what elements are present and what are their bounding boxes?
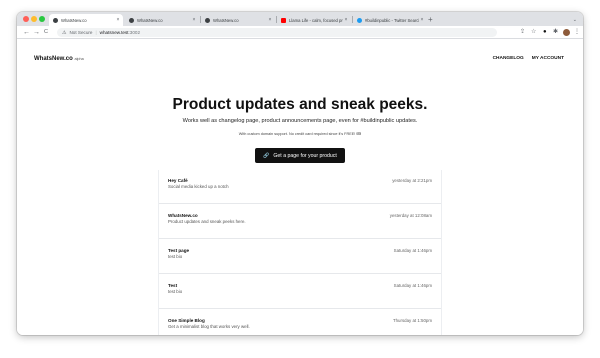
screen: WhatsNew.co × WhatsNew.co × WhatsNew.co … [0,0,600,358]
browser-window: WhatsNew.co × WhatsNew.co × WhatsNew.co … [17,12,583,335]
reload-button[interactable]: C [44,27,48,38]
globe-icon [205,17,210,23]
list-item[interactable]: Hey Café Social media kicked up a notch … [159,170,441,204]
cta-label: Get a page for your product [273,152,337,159]
tab-title: WhatsNew.co [137,17,163,23]
post-timestamp: Saturday at 1:46pm [393,283,432,288]
tab-strip: WhatsNew.co × WhatsNew.co × WhatsNew.co … [17,12,583,26]
extension-icon[interactable]: ● [543,28,547,37]
post-title[interactable]: Test page [168,248,189,253]
hero-note: With custom domain support. No credit ca… [238,132,362,136]
post-timestamp: yesterday at 2:21pm [392,178,432,183]
browser-toolbar: ← → C ⚠ Not Secure | whatsnew.test :3002… [17,26,583,39]
globe-icon [129,17,134,23]
link-icon: 🔗 [263,152,270,159]
post-description: test bio [168,254,183,259]
get-page-button[interactable]: 🔗 Get a page for your product [255,148,345,163]
minimize-window-button[interactable] [31,16,37,22]
post-title[interactable]: WhatsNew.co [168,213,198,218]
tab-title: WhatsNew.co [61,17,87,23]
avatar[interactable] [563,29,570,36]
post-title[interactable]: Hey Café [168,178,188,183]
close-icon[interactable]: × [115,17,121,23]
globe-icon [53,17,58,23]
list-item[interactable]: Test test bio Saturday at 1:46pm [159,275,441,309]
top-nav: CHANGELOG MY ACCOUNT [493,56,564,61]
twitter-icon [357,17,362,23]
post-description: Social media kicked up a notch [168,184,229,189]
tab-search-chevron-icon[interactable]: ⌄ [573,14,577,26]
post-feed: Hey Café Social media kicked up a notch … [158,170,442,335]
tab-llama-life[interactable]: Llama Life - calm, focused pro × [277,14,351,26]
share-icon[interactable]: ⇪ [520,28,525,37]
logo-text: WhatsNew.co [34,56,73,62]
warning-triangle-icon: ⚠ [62,29,67,36]
close-icon[interactable]: × [343,17,349,23]
close-icon[interactable]: × [267,17,273,23]
tab-whatsnew-1[interactable]: WhatsNew.co × [49,14,123,26]
security-label[interactable]: Not Secure [69,30,92,35]
post-description: test bio [168,289,183,294]
new-tab-button[interactable]: + [428,14,433,26]
post-timestamp: yesterday at 12:08am [389,213,432,218]
post-title[interactable]: Test [168,283,177,288]
puzzle-icon[interactable]: ✱ [553,28,558,37]
post-description: Product updates and sneak peeks here. [168,219,246,224]
post-title[interactable]: One Simple Blog [168,318,205,323]
tab-whatsnew-3[interactable]: WhatsNew.co × [201,14,275,26]
page-title: Product updates and sneak peeks. [172,96,428,113]
tab-twitter-search[interactable]: #buildinpublic - Twitter Search × [353,14,427,26]
forward-button[interactable]: → [33,27,40,38]
nav-changelog[interactable]: CHANGELOG [493,56,524,61]
tab-title: WhatsNew.co [213,17,239,23]
close-window-button[interactable] [23,16,29,22]
star-icon[interactable]: ☆ [531,28,536,37]
list-item[interactable]: WhatsNew.co Product updates and sneak pe… [159,205,441,239]
hero-subtitle: Works well as changelog page, product an… [182,118,418,124]
tab-title: #buildinpublic - Twitter Search [365,17,419,23]
back-button[interactable]: ← [23,27,30,38]
youtube-icon [281,17,286,23]
kebab-menu-icon[interactable]: ⋮ [574,28,580,37]
tab-title: Llama Life - calm, focused pro [289,17,343,23]
post-description: Get a minimalist blog that works very we… [168,324,250,329]
alpha-badge: alpha [74,57,84,61]
post-timestamp: Saturday at 1:46pm [393,248,432,253]
divider: | [95,30,97,35]
list-item[interactable]: One Simple Blog Get a minimalist blog th… [159,310,441,335]
close-icon[interactable]: × [191,17,197,23]
maximize-window-button[interactable] [39,16,45,22]
list-item[interactable]: Test page test bio Saturday at 1:46pm [159,240,441,274]
site-logo[interactable]: WhatsNew.co alpha [34,56,84,62]
url-host: whatsnew.test [99,30,129,35]
nav-my-account[interactable]: MY ACCOUNT [532,56,564,61]
address-bar[interactable]: ⚠ Not Secure | whatsnew.test :3002 [57,28,497,37]
close-icon[interactable]: × [419,17,425,23]
url-port: :3002 [128,30,141,35]
page-content: WhatsNew.co alpha CHANGELOG MY ACCOUNT P… [17,40,583,335]
post-timestamp: Thursday at 1:50pm [392,318,432,323]
tab-whatsnew-2[interactable]: WhatsNew.co × [125,14,199,26]
